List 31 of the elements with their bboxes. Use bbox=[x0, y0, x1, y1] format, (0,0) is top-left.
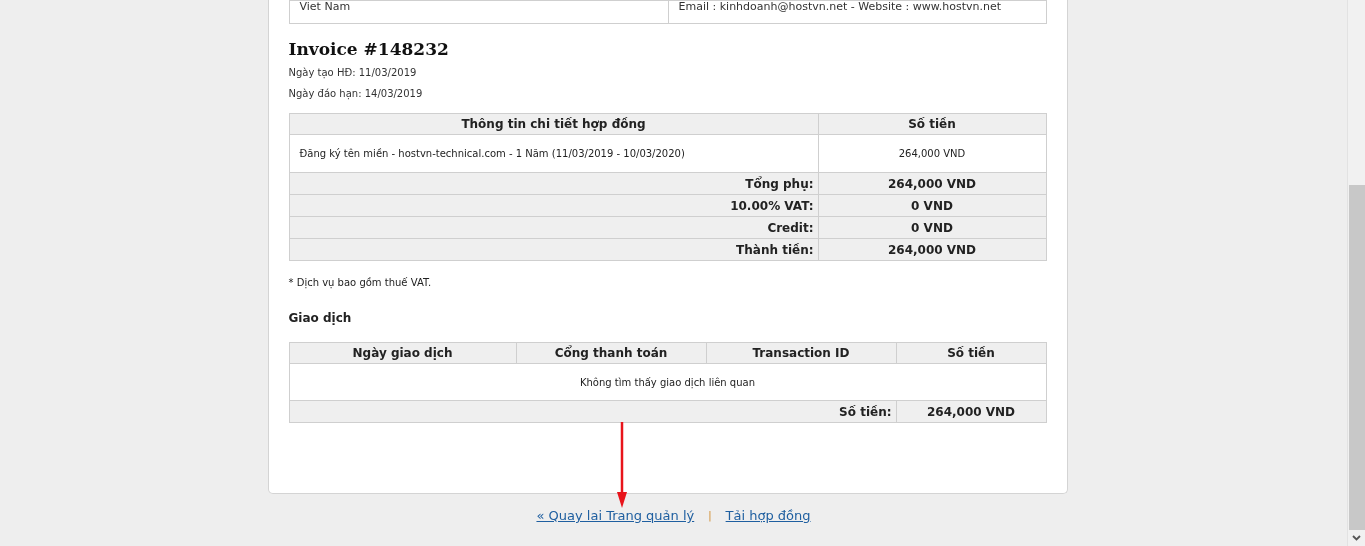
total-label: Thành tiền: bbox=[289, 238, 818, 261]
created-date: Ngày tạo HĐ: 11/03/2019 bbox=[288, 66, 418, 80]
table-cell: 264,000 VND bbox=[818, 134, 1046, 173]
total-value: 0 VND bbox=[818, 216, 1046, 239]
empty-message: Không tìm thấy giao dịch liên quan bbox=[289, 363, 1046, 401]
vat-note: * Dịch vụ bao gồm thuế VAT. bbox=[288, 277, 433, 288]
total-value: 264,000 VND bbox=[818, 238, 1046, 261]
total-value: 0 VND bbox=[818, 194, 1046, 217]
column-header: Transaction ID bbox=[706, 342, 896, 364]
table-cell: Viet Nam bbox=[289, 0, 668, 24]
footer-link[interactable]: Tải hợp đồng bbox=[725, 508, 811, 523]
table-cell: Email : kinhdoanh@hostvn.net - Website : www.hostvn.net bbox=[668, 0, 1046, 24]
chevron-down-icon[interactable] bbox=[1352, 535, 1361, 541]
table-cell: Đăng ký tên miền - hostvn-technical.com - 1 Năm (11/03/2019 - 10/03/2020) bbox=[289, 134, 818, 173]
column-header: Ngày giao dịch bbox=[289, 342, 516, 364]
invoice-title: Invoice #148232 bbox=[288, 39, 450, 59]
total-label: Số tiền: bbox=[289, 400, 896, 423]
total-value: 264,000 VND bbox=[818, 172, 1046, 195]
footer-link[interactable]: « Quay lai Trang quản lý bbox=[536, 508, 695, 523]
total-value: 264,000 VND bbox=[896, 400, 1046, 423]
column-header: Cổng thanh toán bbox=[516, 342, 706, 364]
total-label: 10.00% VAT: bbox=[289, 194, 818, 217]
column-header: Số tiền bbox=[818, 113, 1046, 135]
section-title: Giao dịch bbox=[288, 311, 353, 325]
column-header: Số tiền bbox=[896, 342, 1046, 364]
separator: | bbox=[708, 510, 712, 521]
column-header: Thông tin chi tiết hợp đồng bbox=[289, 113, 818, 135]
total-label: Credit: bbox=[289, 216, 818, 239]
due-date: Ngày đáo hạn: 14/03/2019 bbox=[288, 87, 424, 101]
total-label: Tổng phụ: bbox=[289, 172, 818, 195]
scrollbar-thumb[interactable] bbox=[1349, 185, 1365, 530]
